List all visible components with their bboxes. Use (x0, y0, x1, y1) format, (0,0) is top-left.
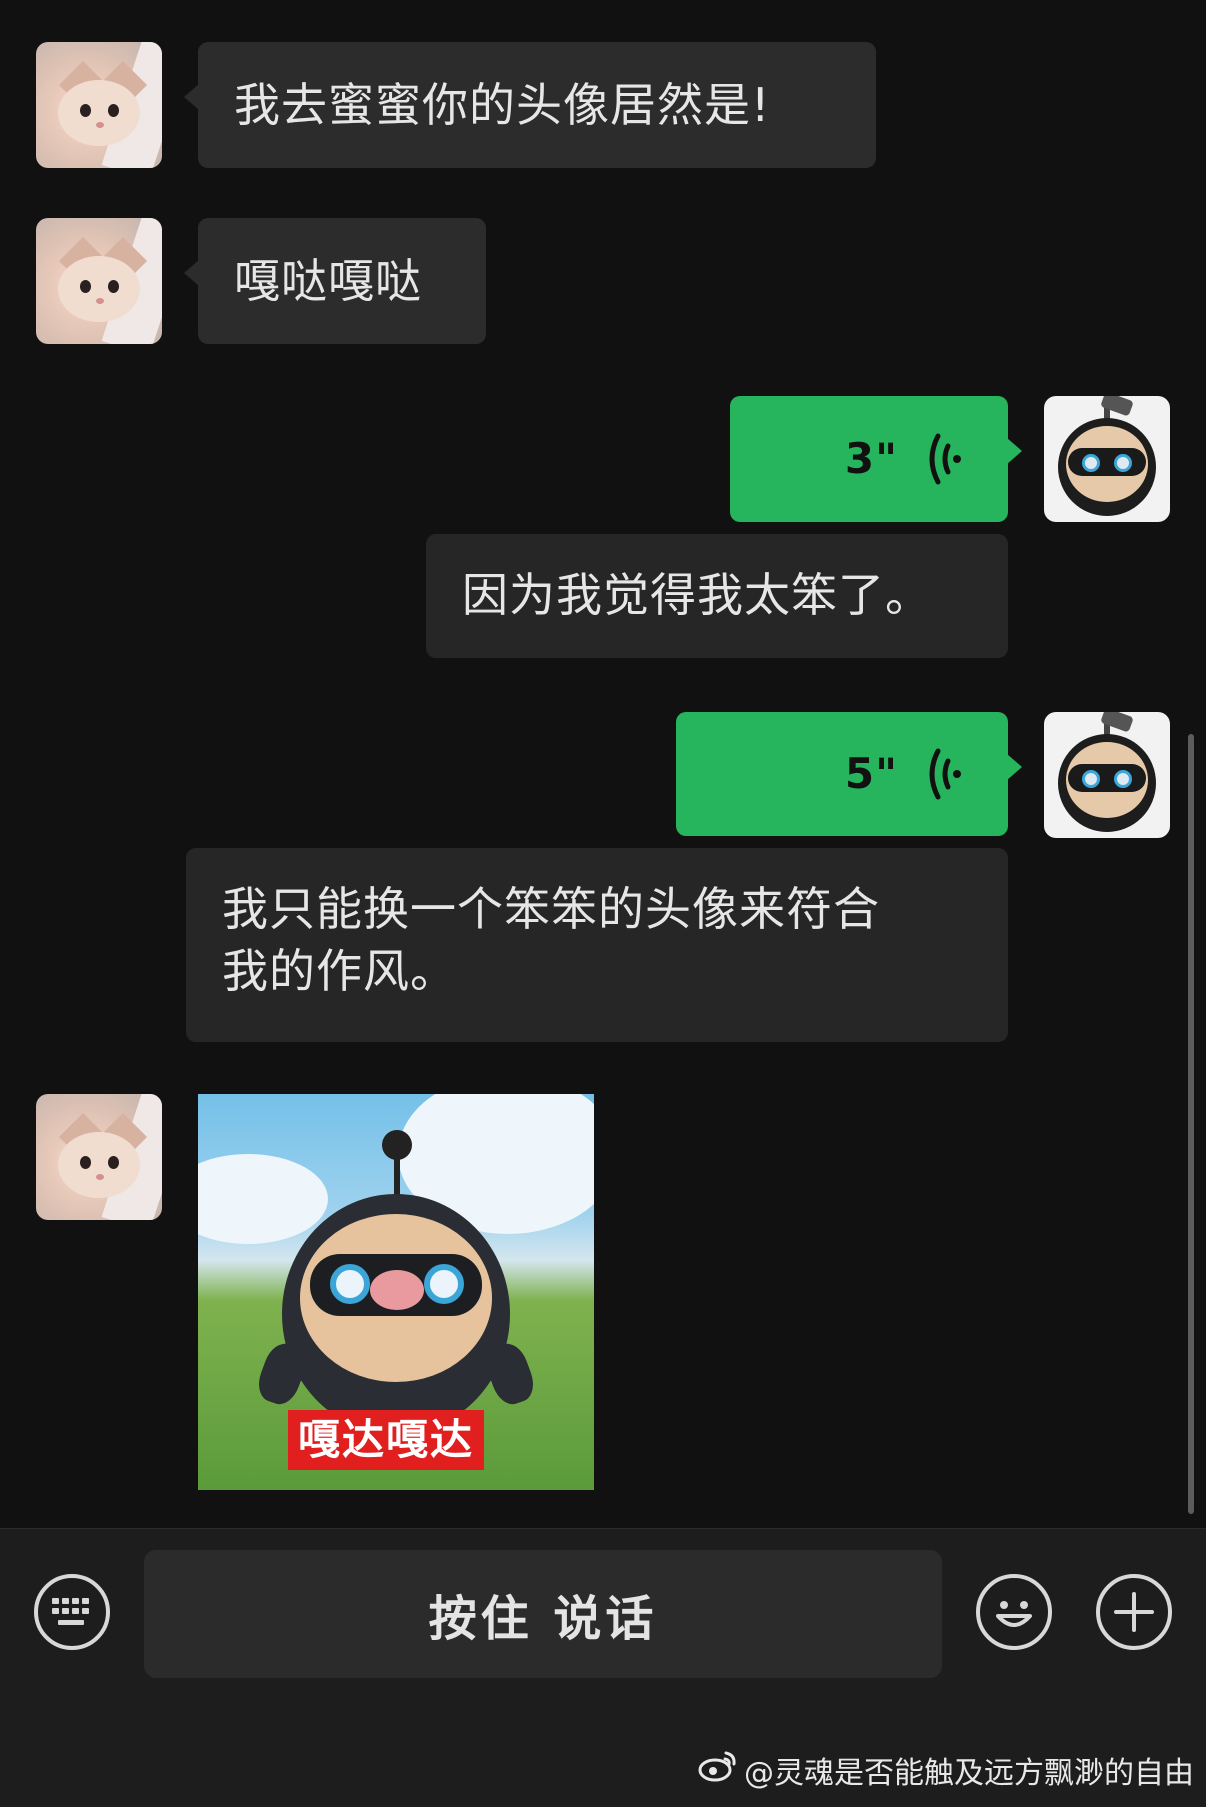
incoming-message-bubble[interactable]: 嘎哒嘎哒 (184, 218, 486, 344)
weibo-icon (698, 1749, 738, 1791)
message-text: 嘎哒嘎哒 (234, 254, 422, 308)
scrollbar[interactable] (1188, 734, 1194, 1514)
my-avatar[interactable] (1044, 396, 1170, 522)
transcript-text: 我的作风。 (222, 944, 457, 998)
watermark-text: @灵魂是否能触及远方飘渺的自由 (744, 1756, 1194, 1791)
transcript-text: 因为我觉得我太笨了。 (462, 568, 932, 622)
keyboard-toggle-button[interactable] (34, 1574, 110, 1650)
voice-message-bubble[interactable]: 3" (730, 396, 1022, 522)
voice-transcript[interactable]: 我只能换一个笨笨的头像来符合 我的作风。 (186, 848, 1008, 1042)
contact-avatar[interactable] (36, 1094, 162, 1220)
chat-message-list[interactable]: 我去蜜蜜你的头像居然是! 嘎哒嘎哒 3" 因为我觉得我太笨了。 5" 我只能换一… (0, 0, 1206, 1528)
more-options-button[interactable] (1096, 1574, 1172, 1650)
message-text: 我去蜜蜜你的头像居然是! (234, 78, 771, 132)
hold-to-talk-label: 按住 说话 (428, 1591, 658, 1647)
sticker-image[interactable]: 嘎达嘎达 (198, 1094, 594, 1490)
contact-avatar[interactable] (36, 42, 162, 168)
voice-duration: 3" (844, 434, 898, 483)
emoji-button[interactable] (976, 1574, 1052, 1650)
voice-message-bubble[interactable]: 5" (676, 712, 1022, 836)
contact-avatar[interactable] (36, 218, 162, 344)
voice-wave-icon (924, 747, 964, 801)
watermark: @灵魂是否能触及远方飘渺的自由 (698, 1748, 1194, 1792)
hold-to-talk-button[interactable]: 按住 说话 (144, 1550, 942, 1678)
voice-transcript[interactable]: 因为我觉得我太笨了。 (426, 534, 1008, 658)
voice-duration: 5" (844, 749, 898, 798)
incoming-message-bubble[interactable]: 我去蜜蜜你的头像居然是! (184, 42, 876, 168)
my-avatar[interactable] (1044, 712, 1170, 838)
transcript-text: 我只能换一个笨笨的头像来符合 (222, 882, 880, 936)
voice-wave-icon (924, 432, 964, 486)
sticker-caption: 嘎达嘎达 (288, 1410, 485, 1470)
